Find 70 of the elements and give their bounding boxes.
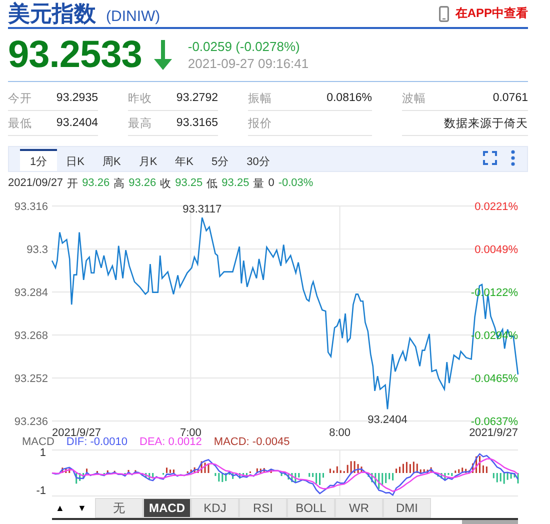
indicator-tab[interactable]: MACD xyxy=(143,498,191,518)
y-axis-label: 93.3 xyxy=(26,244,48,256)
y-axis-label: 93.268 xyxy=(14,330,48,342)
period-tab[interactable]: 1分 xyxy=(20,149,58,171)
y-axis-label: 93.284 xyxy=(14,287,48,299)
indicator-tab[interactable]: 无 xyxy=(95,498,143,518)
stat-label: 振幅 xyxy=(248,92,272,106)
price: 93.2533 xyxy=(8,34,142,76)
period-tab[interactable]: 5分 xyxy=(202,149,238,171)
indicator-legend: MACD: -0.0045 xyxy=(214,436,290,448)
bar-field-label: 收 xyxy=(160,176,172,190)
stat-label: 昨收 xyxy=(128,92,152,106)
x-axis-label: 2021/9/27 xyxy=(52,427,101,439)
y-axis-label: 93.252 xyxy=(14,373,48,385)
indicator-tab[interactable]: RSI xyxy=(239,498,287,518)
stat-value: 0.0761 xyxy=(492,92,528,104)
stat-value: 数据来源于倚天 xyxy=(444,116,528,130)
more-options-icon[interactable] xyxy=(511,150,515,166)
phone-icon xyxy=(439,6,450,22)
stat-value: 93.2935 xyxy=(56,92,98,104)
stat-value: 0.0816% xyxy=(326,92,372,104)
open-in-app-link[interactable]: 在APP中查看 xyxy=(439,5,528,22)
indicator-tab[interactable]: DMI xyxy=(383,498,431,518)
symbol-code: (DINIW) xyxy=(106,8,160,24)
y-axis-label: 1 xyxy=(40,448,46,459)
bar-change: -0.03% xyxy=(278,177,314,189)
period-tab[interactable]: 30分 xyxy=(238,149,279,171)
y-axis-label: 93.236 xyxy=(14,416,48,428)
stat-label: 今开 xyxy=(8,92,32,106)
percent-axis-label: 0.0049% xyxy=(474,244,518,256)
indicator-legend: DEA: 0.0012 xyxy=(140,436,202,448)
bar-field-value: 0 xyxy=(268,177,274,189)
bar-field-value: 93.26 xyxy=(128,177,156,189)
period-tab[interactable]: 年K xyxy=(166,149,202,171)
period-tab[interactable]: 周K xyxy=(93,149,130,171)
stat-value: 93.2404 xyxy=(56,117,98,129)
bar-field-label: 开 xyxy=(67,176,78,190)
bar-date: 2021/09/27 xyxy=(8,177,64,189)
bar-field-value: 93.26 xyxy=(82,177,110,189)
percent-axis-label: 0.0221% xyxy=(474,201,518,213)
y-axis-label: -1 xyxy=(36,485,46,497)
y-axis-label: 93.316 xyxy=(14,201,48,213)
stat-label: 波幅 xyxy=(402,92,426,106)
indicator-tab[interactable]: KDJ xyxy=(191,498,239,518)
indicator-tab[interactable]: WR xyxy=(335,498,383,518)
page-title: 美元指数 xyxy=(8,0,96,28)
period-tab[interactable]: 日K xyxy=(57,149,94,171)
price-change: -0.0259 (-0.0278%) xyxy=(188,39,301,54)
x-axis-label: 2021/9/27 xyxy=(469,427,518,439)
quote-time: 2021-09-27 09:16:41 xyxy=(188,56,309,71)
extreme-label: 93.3117 xyxy=(182,204,222,216)
percent-axis-label: -0.0465% xyxy=(470,373,518,385)
bar-field-value: 93.25 xyxy=(175,177,203,189)
bar-field-label: 低 xyxy=(206,176,218,190)
x-axis-label: 8:00 xyxy=(329,427,351,439)
indicator-legend: MACD xyxy=(22,436,54,448)
percent-axis-label: -0.0637% xyxy=(470,416,518,428)
indicator-legend: DIF: -0.0010 xyxy=(66,436,128,448)
period-tab[interactable]: 月K xyxy=(130,149,166,171)
bar-field-label: 高 xyxy=(114,176,125,190)
stat-label: 报价 xyxy=(248,116,272,130)
indicator-tab[interactable]: BOLL xyxy=(287,498,335,518)
bar-field-label: 量 xyxy=(253,176,264,190)
extreme-label: 93.2404 xyxy=(368,414,408,426)
stat-value: 93.2792 xyxy=(176,92,218,104)
fullscreen-icon[interactable] xyxy=(483,151,497,165)
stat-label: 最低 xyxy=(8,116,32,130)
stat-value: 93.3165 xyxy=(176,117,218,129)
bar-field-value: 93.25 xyxy=(222,177,250,189)
stat-label: 最高 xyxy=(128,116,152,130)
